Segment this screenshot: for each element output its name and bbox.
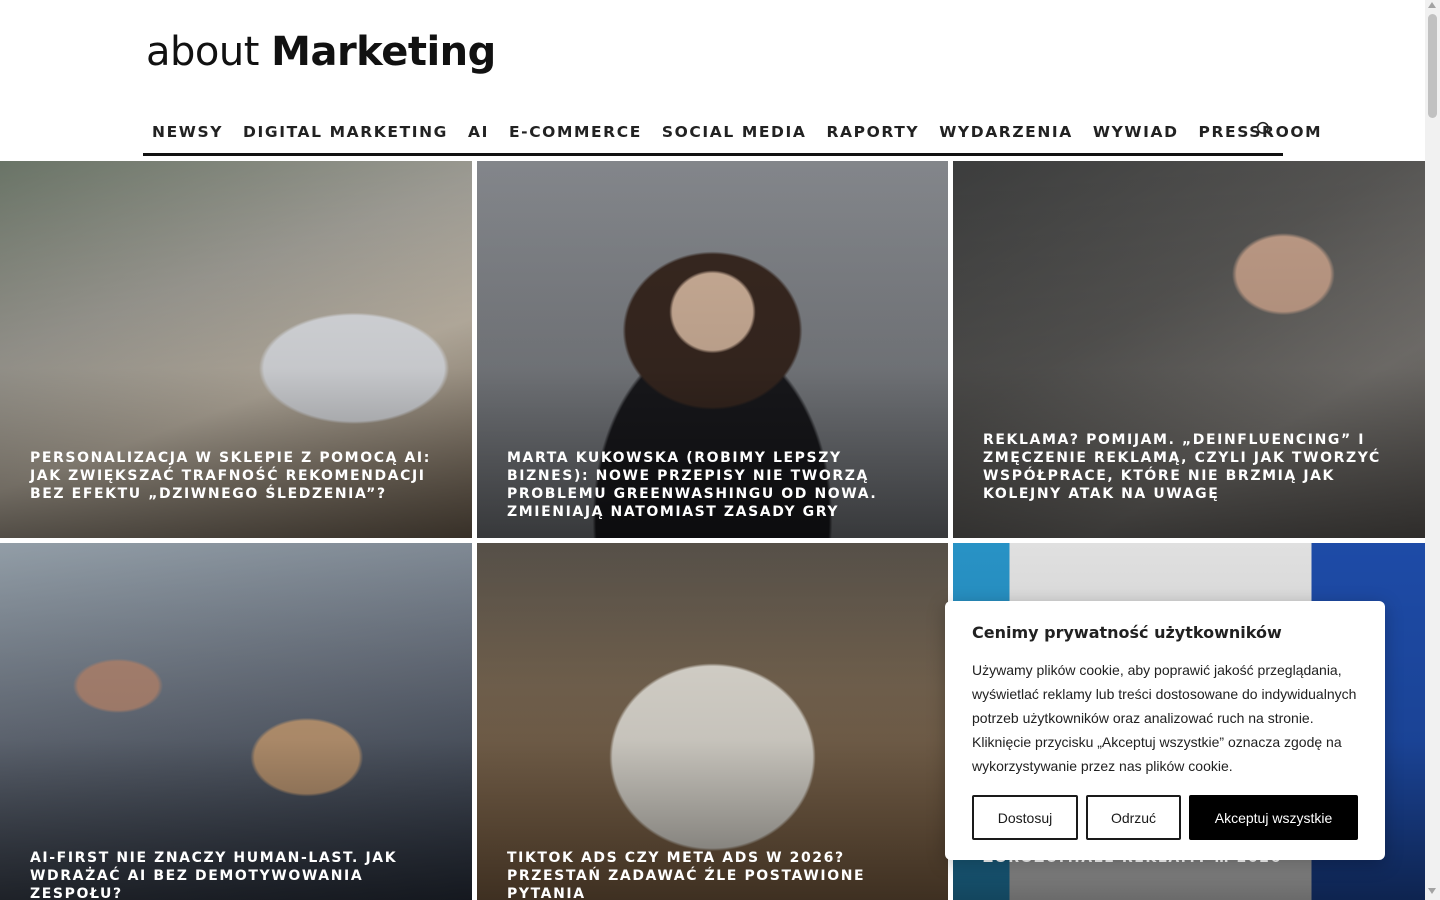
cookie-consent-banner: Cenimy prywatność użytkowników Używamy p… bbox=[945, 601, 1385, 860]
cookie-title: Cenimy prywatność użytkowników bbox=[972, 623, 1282, 642]
scrollbar-thumb[interactable] bbox=[1428, 14, 1437, 118]
nav-item-e-commerce[interactable]: E-COMMERCE bbox=[509, 123, 642, 141]
customize-button[interactable]: Dostosuj bbox=[972, 795, 1078, 840]
nav-item-social-media[interactable]: SOCIAL MEDIA bbox=[662, 123, 807, 141]
article-card[interactable]: Personalizacja w sklepie z pomocą AI: ja… bbox=[0, 161, 472, 538]
logo-light-text: about bbox=[146, 29, 259, 75]
article-card[interactable]: Marta Kukowska (Robimy Lepszy Biznes): N… bbox=[477, 161, 948, 538]
vertical-scrollbar[interactable] bbox=[1425, 0, 1440, 900]
accept-all-button[interactable]: Akceptuj wszystkie bbox=[1189, 795, 1358, 840]
site-logo[interactable]: about Marketing bbox=[146, 28, 496, 76]
cookie-text: Używamy plików cookie, aby poprawić jako… bbox=[972, 662, 1357, 774]
article-title[interactable]: TikTok Ads czy Meta Ads w 2026? Przestań… bbox=[507, 849, 918, 900]
nav-item-raporty[interactable]: RAPORTY bbox=[826, 123, 919, 141]
nav-item-ai[interactable]: AI bbox=[468, 123, 489, 141]
main-navigation: NEWSY DIGITAL MARKETING AI E-COMMERCE SO… bbox=[143, 110, 1321, 156]
article-title[interactable]: Personalizacja w sklepie z pomocą AI: ja… bbox=[30, 449, 442, 503]
cookie-buttons: Dostosuj Odrzuć Akceptuj wszystkie bbox=[972, 795, 1358, 840]
logo-bold-text: Marketing bbox=[271, 29, 496, 75]
article-card[interactable]: Reklama? Pomijam. „Deinfluencing” i zmęc… bbox=[953, 161, 1425, 538]
article-title[interactable]: AI-first nie znaczy human-last. Jak wdra… bbox=[30, 849, 442, 900]
reject-button[interactable]: Odrzuć bbox=[1086, 795, 1181, 840]
article-title[interactable]: Reklama? Pomijam. „Deinfluencing” i zmęc… bbox=[983, 431, 1395, 503]
nav-item-newsy[interactable]: NEWSY bbox=[152, 123, 223, 141]
nav-item-digital-marketing[interactable]: DIGITAL MARKETING bbox=[243, 123, 448, 141]
search-icon[interactable] bbox=[1255, 120, 1273, 138]
nav-item-wywiad[interactable]: WYWIAD bbox=[1093, 123, 1179, 141]
article-title[interactable]: Marta Kukowska (Robimy Lepszy Biznes): N… bbox=[507, 449, 918, 521]
nav-item-wydarzenia[interactable]: WYDARZENIA bbox=[939, 123, 1073, 141]
scroll-up-arrow-icon[interactable] bbox=[1428, 2, 1436, 8]
article-card[interactable]: TikTok Ads czy Meta Ads w 2026? Przestań… bbox=[477, 543, 948, 900]
article-card[interactable]: AI-first nie znaczy human-last. Jak wdra… bbox=[0, 543, 472, 900]
scroll-down-arrow-icon[interactable] bbox=[1428, 888, 1436, 894]
